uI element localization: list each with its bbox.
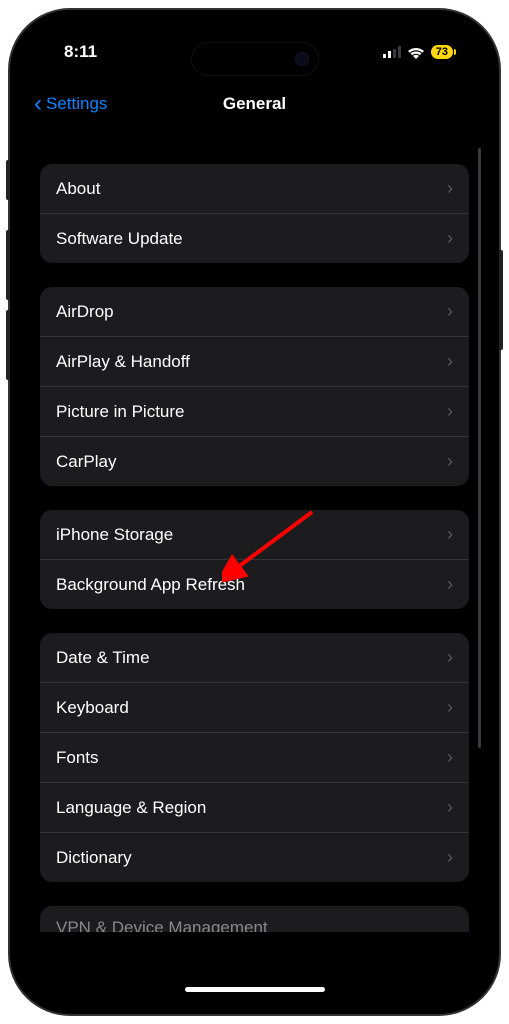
row-label: AirPlay & Handoff bbox=[56, 352, 447, 372]
row-label: Language & Region bbox=[56, 798, 447, 818]
front-camera-icon bbox=[295, 52, 309, 66]
row-label: Picture in Picture bbox=[56, 402, 447, 422]
row-date-time[interactable]: Date & Time› bbox=[40, 633, 469, 683]
screen: 8:11 73 ‹ Settings General Ab bbox=[24, 24, 485, 1000]
row-airplay-handoff[interactable]: AirPlay & Handoff› bbox=[40, 337, 469, 387]
volume-down-button bbox=[6, 310, 10, 380]
settings-group: AirDrop›AirPlay & Handoff›Picture in Pic… bbox=[40, 287, 469, 486]
row-fonts[interactable]: Fonts› bbox=[40, 733, 469, 783]
row-software-update[interactable]: Software Update› bbox=[40, 214, 469, 263]
row-label: Date & Time bbox=[56, 648, 447, 668]
settings-group: iPhone Storage›Background App Refresh› bbox=[40, 510, 469, 609]
row-about[interactable]: About› bbox=[40, 164, 469, 214]
chevron-right-icon: › bbox=[447, 524, 453, 545]
row-background-app-refresh[interactable]: Background App Refresh› bbox=[40, 560, 469, 609]
chevron-right-icon: › bbox=[447, 697, 453, 718]
dynamic-island bbox=[191, 42, 319, 76]
row-dictionary[interactable]: Dictionary› bbox=[40, 833, 469, 882]
status-right: 73 bbox=[383, 45, 453, 59]
chevron-right-icon: › bbox=[447, 574, 453, 595]
row-language-region[interactable]: Language & Region› bbox=[40, 783, 469, 833]
row-airdrop[interactable]: AirDrop› bbox=[40, 287, 469, 337]
wifi-icon bbox=[407, 46, 425, 59]
row-label: Fonts bbox=[56, 748, 447, 768]
chevron-right-icon: › bbox=[447, 847, 453, 868]
back-label: Settings bbox=[46, 94, 107, 114]
chevron-right-icon: › bbox=[447, 401, 453, 422]
row-label: VPN & Device Management bbox=[56, 918, 268, 932]
silent-switch bbox=[6, 160, 10, 200]
row-label: iPhone Storage bbox=[56, 525, 447, 545]
chevron-right-icon: › bbox=[447, 178, 453, 199]
row-label: Keyboard bbox=[56, 698, 447, 718]
power-button bbox=[499, 250, 503, 350]
row-vpn-device-management[interactable]: VPN & Device Management bbox=[40, 906, 469, 932]
row-label: AirDrop bbox=[56, 302, 447, 322]
row-label: Dictionary bbox=[56, 848, 447, 868]
row-label: Software Update bbox=[56, 229, 447, 249]
row-label: CarPlay bbox=[56, 452, 447, 472]
row-label: Background App Refresh bbox=[56, 575, 447, 595]
chevron-right-icon: › bbox=[447, 747, 453, 768]
battery-level: 73 bbox=[436, 45, 448, 59]
row-carplay[interactable]: CarPlay› bbox=[40, 437, 469, 486]
row-keyboard[interactable]: Keyboard› bbox=[40, 683, 469, 733]
row-label: About bbox=[56, 179, 447, 199]
chevron-right-icon: › bbox=[447, 451, 453, 472]
chevron-left-icon: ‹ bbox=[34, 92, 42, 116]
scroll-indicator[interactable] bbox=[478, 148, 481, 748]
chevron-right-icon: › bbox=[447, 228, 453, 249]
chevron-right-icon: › bbox=[447, 301, 453, 322]
chevron-right-icon: › bbox=[447, 351, 453, 372]
row-picture-in-picture[interactable]: Picture in Picture› bbox=[40, 387, 469, 437]
home-indicator[interactable] bbox=[185, 987, 325, 992]
phone-frame: 8:11 73 ‹ Settings General Ab bbox=[10, 10, 499, 1014]
status-time: 8:11 bbox=[64, 42, 97, 62]
settings-group: Date & Time›Keyboard›Fonts›Language & Re… bbox=[40, 633, 469, 882]
navigation-bar: ‹ Settings General bbox=[24, 80, 485, 128]
content-scroll-area[interactable]: About›Software Update›AirDrop›AirPlay & … bbox=[24, 128, 485, 1000]
volume-up-button bbox=[6, 230, 10, 300]
cellular-signal-icon bbox=[383, 46, 401, 58]
chevron-right-icon: › bbox=[447, 647, 453, 668]
battery-indicator: 73 bbox=[431, 45, 453, 59]
chevron-right-icon: › bbox=[447, 797, 453, 818]
row-iphone-storage[interactable]: iPhone Storage› bbox=[40, 510, 469, 560]
settings-group: About›Software Update› bbox=[40, 164, 469, 263]
page-title: General bbox=[223, 94, 286, 114]
back-button[interactable]: ‹ Settings bbox=[34, 92, 107, 116]
